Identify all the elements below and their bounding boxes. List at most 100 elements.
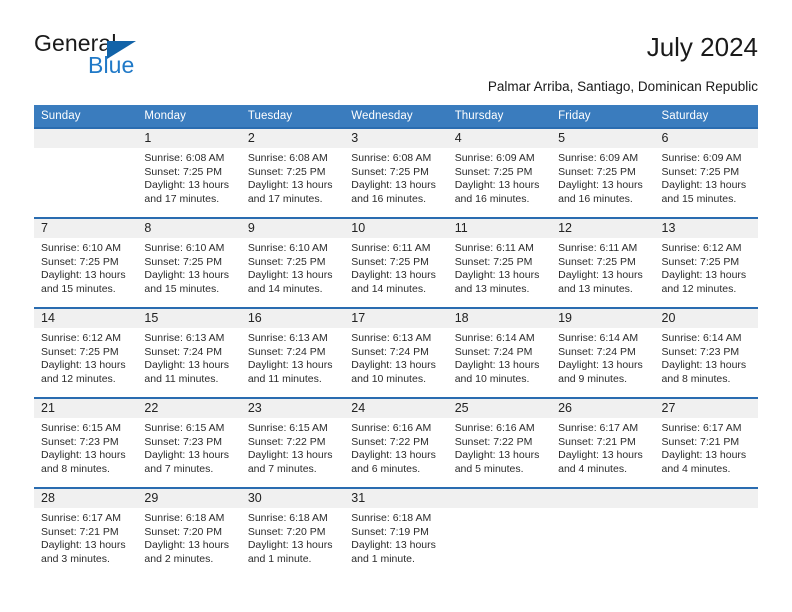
sun-info: Sunrise: 6:08 AM Sunset: 7:25 PM Daylight:… — [344, 148, 447, 206]
weekday-header-wednesday: Wednesday — [344, 105, 448, 128]
day-cell-10: 10 Sunrise: 6:11 AM Sunset: 7:25 PM Dayligh… — [344, 219, 448, 307]
sunrise-text: Sunrise: 6:18 AM — [144, 512, 225, 524]
daylight-text: Daylight: 13 hours and 4 minutes. — [558, 449, 643, 475]
day-cell-25: 25 Sunrise: 6:16 AM Sunset: 7:22 PM Dayligh… — [447, 399, 552, 487]
calendar-day-cell[interactable]: 5 Sunrise: 6:09 AM Sunset: 7:25 PM Daylight… — [551, 127, 655, 218]
date-number-band: 13 — [654, 219, 758, 238]
calendar-day-cell[interactable] — [34, 127, 138, 218]
calendar-day-cell[interactable]: 24 Sunrise: 6:16 AM Sunset: 7:22 PM Dayligh… — [344, 397, 448, 488]
weekday-header-thursday: Thursday — [447, 105, 552, 128]
date-number-band — [447, 489, 552, 508]
calendar-day-cell[interactable]: 8 Sunrise: 6:10 AM Sunset: 7:25 PM Daylight… — [137, 217, 241, 308]
calendar-day-cell[interactable]: 29 Sunrise: 6:18 AM Sunset: 7:20 PM Dayligh… — [137, 487, 241, 577]
daylight-text: Daylight: 13 hours and 1 minute. — [247, 539, 333, 565]
daylight-text: Daylight: 13 hours and 1 minute. — [351, 539, 436, 565]
day-cell-23: 23 Sunrise: 6:15 AM Sunset: 7:22 PM Dayligh… — [240, 399, 345, 487]
day-cell-3: 3 Sunrise: 6:08 AM Sunset: 7:25 PM Daylight… — [344, 129, 448, 217]
sunset-text: Sunset: 7:25 PM — [144, 255, 223, 268]
date-number: 16 — [247, 311, 262, 325]
calendar-day-cell[interactable]: 1 Sunrise: 6:08 AM Sunset: 7:25 PM Daylight… — [137, 127, 241, 218]
calendar-day-cell[interactable]: 6 Sunrise: 6:09 AM Sunset: 7:25 PM Daylight… — [654, 127, 758, 218]
daylight-text: Daylight: 13 hours and 9 minutes. — [558, 359, 643, 385]
calendar-day-cell[interactable] — [447, 487, 552, 577]
calendar-day-cell[interactable]: 10 Sunrise: 6:11 AM Sunset: 7:25 PM Dayligh… — [344, 217, 448, 308]
sunrise-text: Sunrise: 6:17 AM — [661, 422, 742, 434]
day-cell-19: 19 Sunrise: 6:14 AM Sunset: 7:24 PM Dayligh… — [551, 309, 655, 397]
calendar-day-cell[interactable]: 15 Sunrise: 6:13 AM Sunset: 7:24 PM Dayligh… — [137, 307, 241, 398]
day-cell-8: 8 Sunrise: 6:10 AM Sunset: 7:25 PM Daylight… — [137, 219, 241, 307]
calendar-day-cell[interactable]: 23 Sunrise: 6:15 AM Sunset: 7:22 PM Dayligh… — [240, 397, 345, 488]
sunset-text: Sunset: 7:24 PM — [144, 345, 223, 358]
sunset-text: Sunset: 7:25 PM — [558, 165, 636, 178]
calendar-week-row: 28 Sunrise: 6:17 AM Sunset: 7:21 PM Dayligh… — [34, 487, 758, 577]
calendar-day-cell[interactable]: 19 Sunrise: 6:14 AM Sunset: 7:24 PM Dayligh… — [551, 307, 655, 398]
sunrise-text: Sunrise: 6:09 AM — [454, 152, 535, 164]
calendar-day-cell[interactable]: 21 Sunrise: 6:15 AM Sunset: 7:23 PM Dayligh… — [34, 397, 138, 488]
date-number: 3 — [351, 131, 359, 145]
date-number-band: 7 — [34, 219, 138, 238]
sunset-text: Sunset: 7:25 PM — [661, 165, 740, 178]
daylight-text: Daylight: 13 hours and 16 minutes. — [351, 179, 436, 205]
date-number-band — [654, 489, 758, 508]
calendar-day-cell[interactable] — [654, 487, 758, 577]
date-number-band: 23 — [240, 399, 345, 418]
sunset-text: Sunset: 7:23 PM — [144, 435, 223, 448]
calendar-day-cell[interactable]: 27 Sunrise: 6:17 AM Sunset: 7:21 PM Dayligh… — [654, 397, 758, 488]
calendar-day-cell[interactable]: 7 Sunrise: 6:10 AM Sunset: 7:25 PM Daylight… — [34, 217, 138, 308]
day-cell-17: 17 Sunrise: 6:13 AM Sunset: 7:24 PM Dayligh… — [344, 309, 448, 397]
sunrise-text: Sunrise: 6:16 AM — [454, 422, 535, 434]
calendar-day-cell[interactable]: 4 Sunrise: 6:09 AM Sunset: 7:25 PM Daylight… — [447, 127, 552, 218]
date-number: 31 — [351, 491, 366, 505]
sunrise-text: Sunrise: 6:08 AM — [144, 152, 225, 164]
calendar-day-cell[interactable]: 25 Sunrise: 6:16 AM Sunset: 7:22 PM Dayligh… — [447, 397, 552, 488]
date-number-band: 15 — [137, 309, 241, 328]
day-cell-empty — [654, 489, 758, 577]
sun-info: Sunrise: 6:08 AM Sunset: 7:25 PM Daylight:… — [137, 148, 240, 206]
sun-info: Sunrise: 6:13 AM Sunset: 7:24 PM Daylight:… — [241, 328, 344, 386]
calendar-day-cell[interactable]: 12 Sunrise: 6:11 AM Sunset: 7:25 PM Dayligh… — [551, 217, 655, 308]
sunset-text: Sunset: 7:25 PM — [247, 255, 326, 268]
calendar-day-cell[interactable]: 17 Sunrise: 6:13 AM Sunset: 7:24 PM Dayligh… — [344, 307, 448, 398]
date-number-band: 16 — [240, 309, 345, 328]
calendar-day-cell[interactable]: 28 Sunrise: 6:17 AM Sunset: 7:21 PM Dayligh… — [34, 487, 138, 577]
calendar-day-cell[interactable]: 16 Sunrise: 6:13 AM Sunset: 7:24 PM Dayligh… — [240, 307, 345, 398]
calendar-day-cell[interactable]: 26 Sunrise: 6:17 AM Sunset: 7:21 PM Dayligh… — [551, 397, 655, 488]
daylight-text: Daylight: 13 hours and 15 minutes. — [41, 269, 126, 295]
sun-info: Sunrise: 6:16 AM Sunset: 7:22 PM Daylight:… — [344, 418, 447, 476]
sun-info: Sunrise: 6:18 AM Sunset: 7:20 PM Daylight:… — [137, 508, 240, 566]
date-number: 20 — [661, 311, 676, 325]
sun-info: Sunrise: 6:17 AM Sunset: 7:21 PM Daylight:… — [551, 418, 654, 476]
sunrise-text: Sunrise: 6:14 AM — [661, 332, 742, 344]
sun-info: Sunrise: 6:08 AM Sunset: 7:25 PM Daylight:… — [241, 148, 344, 206]
date-number: 26 — [558, 401, 573, 415]
calendar-day-cell[interactable]: 13 Sunrise: 6:12 AM Sunset: 7:25 PM Dayligh… — [654, 217, 758, 308]
sun-info: Sunrise: 6:10 AM Sunset: 7:25 PM Daylight:… — [241, 238, 344, 296]
date-number: 11 — [454, 221, 468, 235]
date-number-band: 28 — [34, 489, 138, 508]
calendar-day-cell[interactable]: 18 Sunrise: 6:14 AM Sunset: 7:24 PM Dayligh… — [447, 307, 552, 398]
day-cell-16: 16 Sunrise: 6:13 AM Sunset: 7:24 PM Dayligh… — [240, 309, 345, 397]
calendar-day-cell[interactable]: 14 Sunrise: 6:12 AM Sunset: 7:25 PM Dayligh… — [34, 307, 138, 398]
calendar-day-cell[interactable] — [551, 487, 655, 577]
calendar-day-cell[interactable]: 3 Sunrise: 6:08 AM Sunset: 7:25 PM Daylight… — [344, 127, 448, 218]
date-number-band: 14 — [34, 309, 138, 328]
daylight-text: Daylight: 13 hours and 17 minutes. — [144, 179, 230, 205]
page-title: July 2024 — [646, 32, 758, 62]
sun-info: Sunrise: 6:15 AM Sunset: 7:23 PM Daylight:… — [34, 418, 137, 476]
sunrise-text: Sunrise: 6:18 AM — [247, 512, 328, 524]
date-number: 21 — [41, 401, 55, 415]
date-number-band: 20 — [654, 309, 758, 328]
daylight-text: Daylight: 13 hours and 7 minutes. — [144, 449, 230, 475]
calendar-day-cell[interactable]: 20 Sunrise: 6:14 AM Sunset: 7:23 PM Dayligh… — [654, 307, 758, 398]
brand-logo[interactable]: General Blue — [34, 30, 214, 88]
calendar-day-cell[interactable]: 11 Sunrise: 6:11 AM Sunset: 7:25 PM Dayligh… — [447, 217, 552, 308]
calendar-day-cell[interactable]: 31 Sunrise: 6:18 AM Sunset: 7:19 PM Dayligh… — [344, 487, 448, 577]
calendar-day-cell[interactable]: 9 Sunrise: 6:10 AM Sunset: 7:25 PM Daylight… — [240, 217, 345, 308]
sunset-text: Sunset: 7:25 PM — [454, 255, 533, 268]
calendar-day-cell[interactable]: 22 Sunrise: 6:15 AM Sunset: 7:23 PM Dayligh… — [137, 397, 241, 488]
sunrise-text: Sunrise: 6:15 AM — [144, 422, 225, 434]
calendar-day-cell[interactable]: 2 Sunrise: 6:08 AM Sunset: 7:25 PM Daylight… — [240, 127, 345, 218]
calendar-day-cell[interactable]: 30 Sunrise: 6:18 AM Sunset: 7:20 PM Dayligh… — [240, 487, 345, 577]
date-number-band: 8 — [137, 219, 241, 238]
sunrise-text: Sunrise: 6:15 AM — [247, 422, 328, 434]
